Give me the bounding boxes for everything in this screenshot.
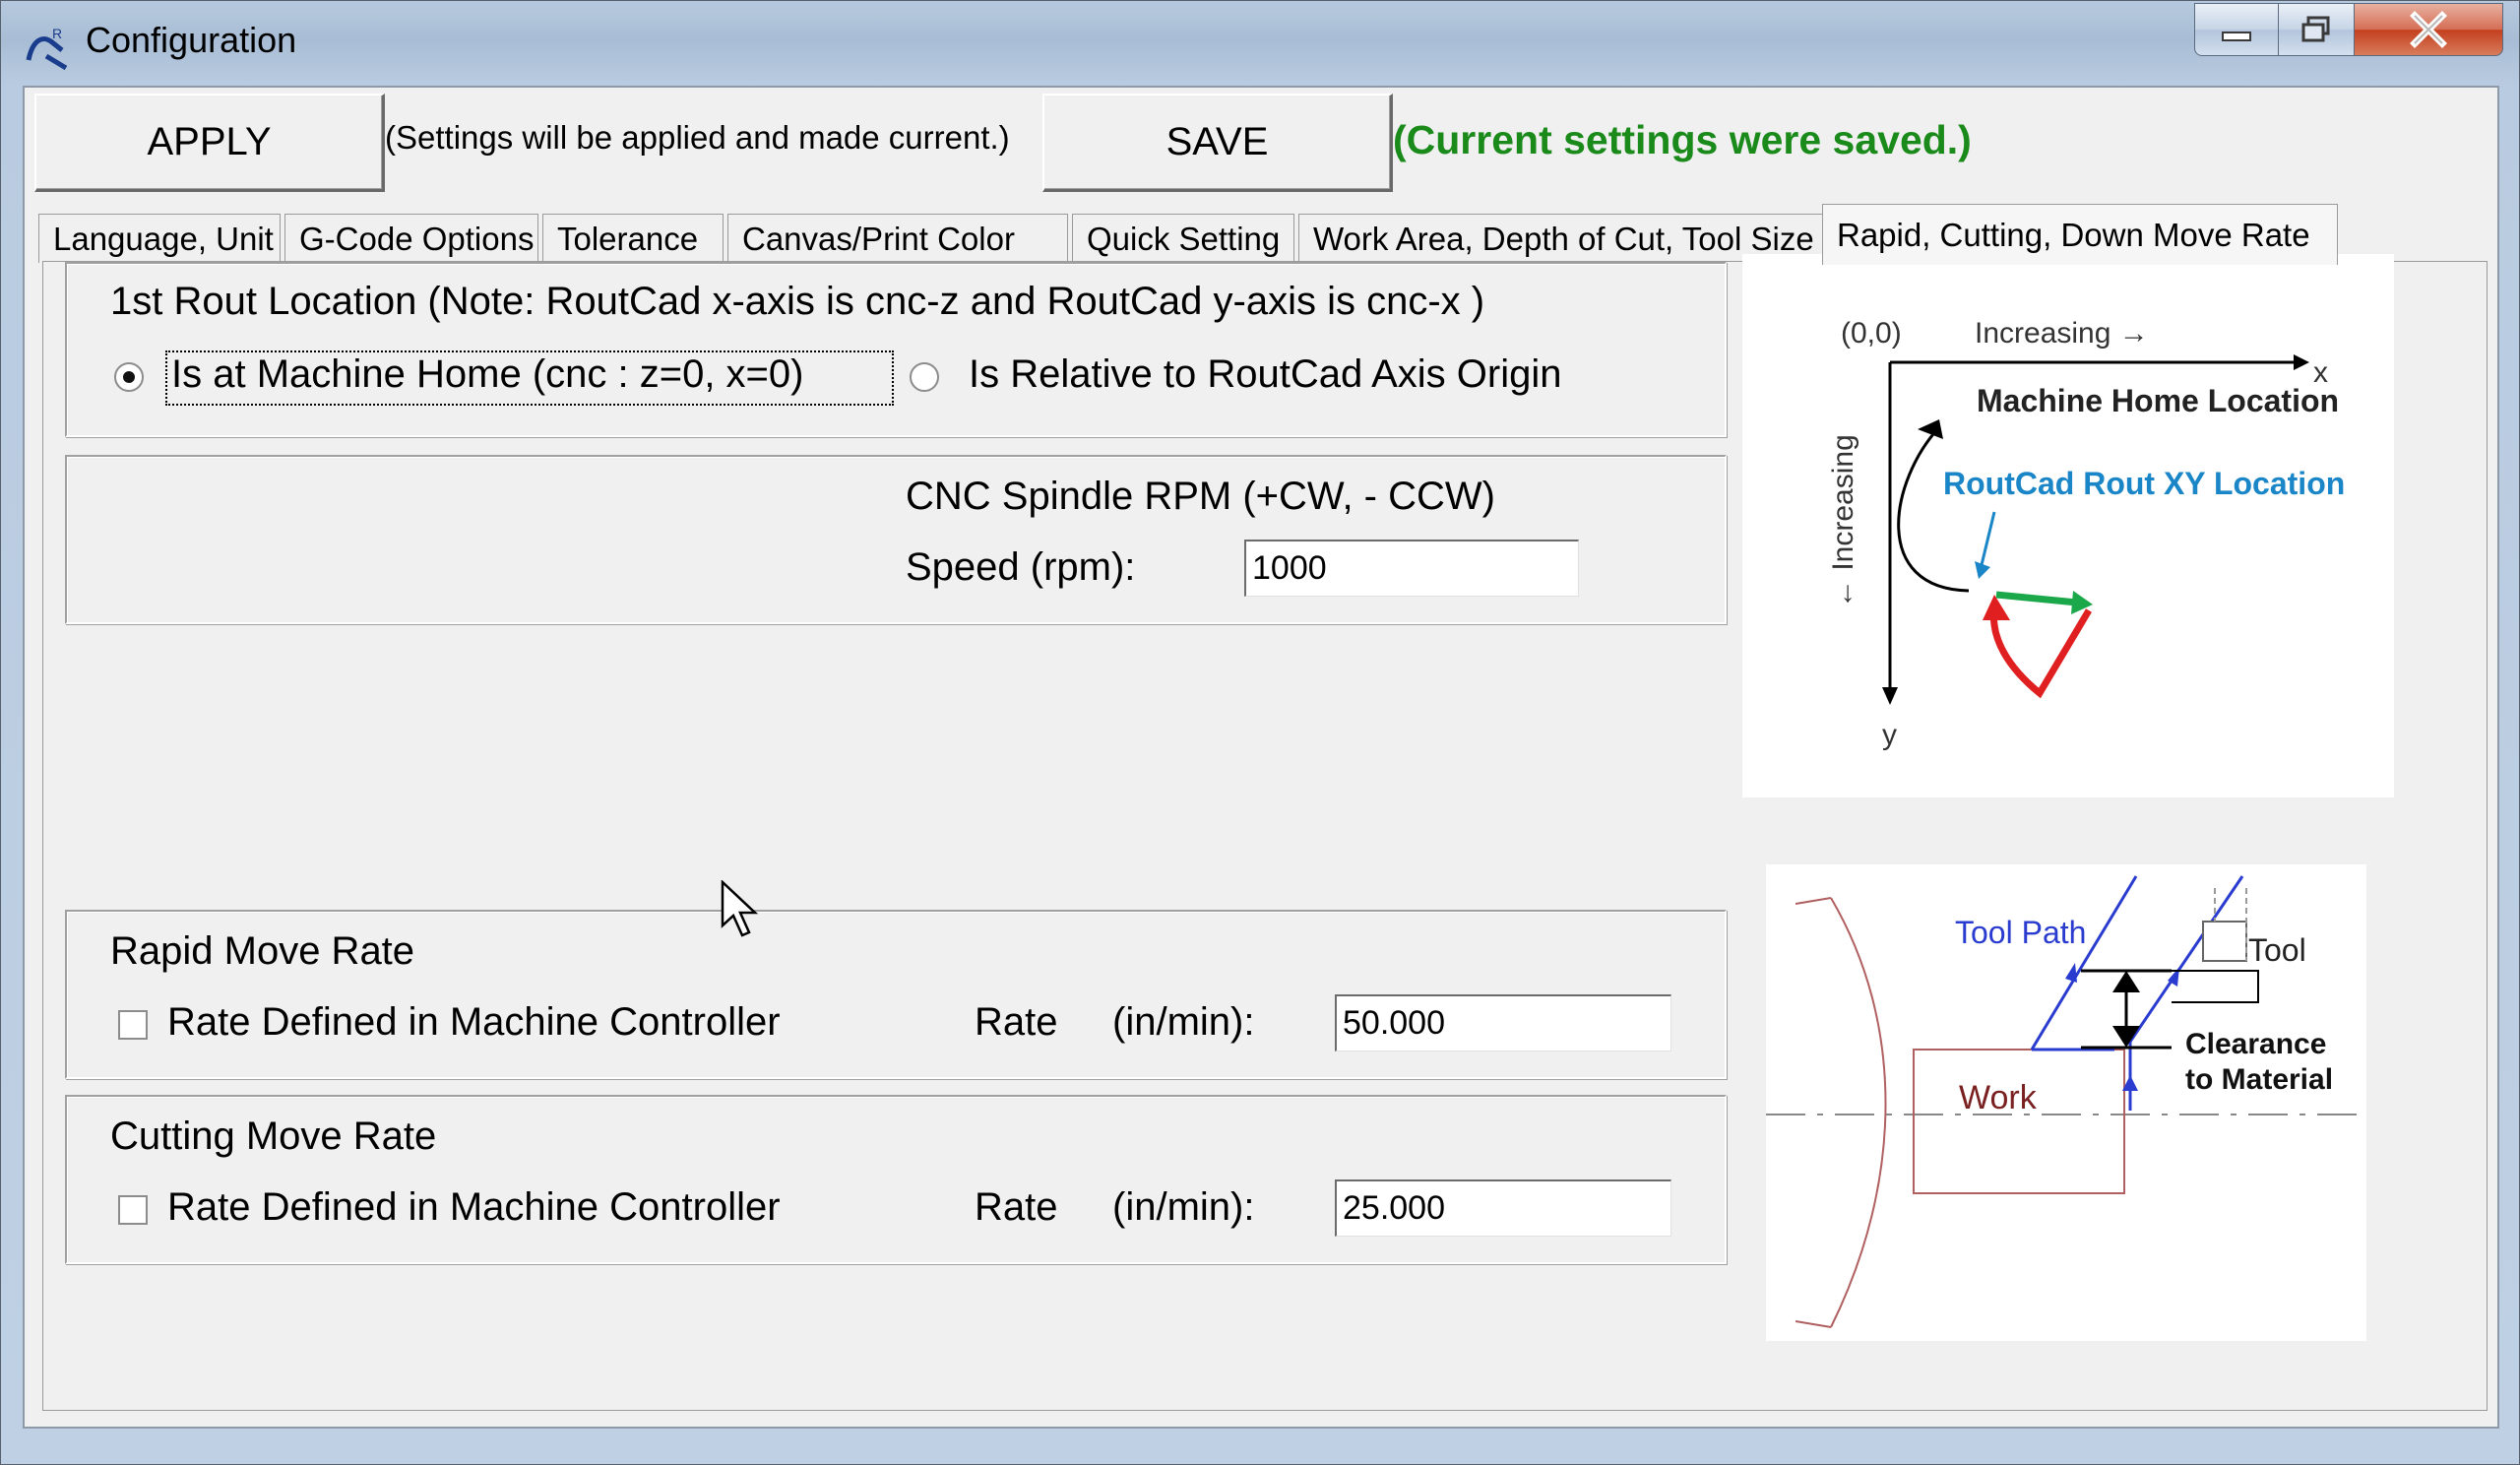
rapid-rate-input[interactable]: 50.000 (1335, 994, 1671, 1051)
increasing-y-label: ← Increasing (1827, 434, 1859, 608)
mouse-pointer-icon (721, 880, 759, 937)
cutting-rate-input[interactable]: 25.000 (1335, 1179, 1671, 1237)
speed-input[interactable]: 1000 (1244, 540, 1579, 597)
y-axis-arrow (1882, 687, 1898, 705)
origin-label: (0,0) (1841, 317, 1902, 350)
cutting-controller-checkbox[interactable] (118, 1195, 148, 1225)
tab-language-unit[interactable]: Language, Unit (38, 214, 281, 263)
clearance-label-1: Clearance (2185, 1028, 2326, 1060)
save-status: (Current settings were saved.) (1393, 117, 1972, 162)
restore-button[interactable] (2278, 3, 2355, 56)
x-axis-arrow (2294, 354, 2309, 370)
home-curve (1897, 425, 1970, 593)
clearance-arrow-down (2112, 1026, 2140, 1048)
clearance-label-2: to Material (2185, 1063, 2333, 1096)
minimize-button[interactable] (2194, 3, 2279, 56)
radio-machine-home-label[interactable]: Is at Machine Home (cnc : z=0, x=0) (171, 352, 803, 397)
rapid-rate-label: Rate (975, 1000, 1058, 1044)
spindle-heading: CNC Spindle RPM (+CW, - CCW) (906, 475, 1495, 518)
clearance-arrow-up (2112, 971, 2140, 992)
rout-location-heading: 1st Rout Location (Note: RoutCad x-axis … (110, 280, 1485, 323)
rapid-controller-checkbox[interactable] (118, 1010, 148, 1040)
increasing-x-label: Increasing → (1975, 317, 2149, 350)
svg-text:R: R (52, 26, 62, 41)
tab-panel: 1st Rout Location (Note: RoutCad x-axis … (42, 254, 2488, 1411)
red-path (1989, 607, 2093, 699)
tool-path-label: Tool Path (1955, 915, 2086, 950)
spindle-group: CNC Spindle RPM (+CW, - CCW) Speed (rpm)… (65, 455, 1727, 624)
apply-note: (Settings will be applied and made curre… (385, 119, 1010, 156)
save-button[interactable]: SAVE (1042, 94, 1393, 192)
radio-machine-home[interactable] (114, 362, 144, 392)
cutting-checkbox-label[interactable]: Rate Defined in Machine Controller (167, 1185, 781, 1230)
client-area: APPLY (Settings will be applied and made… (23, 86, 2499, 1429)
radio-relative-origin[interactable] (910, 362, 939, 392)
title-bar[interactable]: R Configuration (1, 1, 2520, 86)
cutting-rate-label: Rate (975, 1185, 1058, 1229)
tool-diagram-svg: Tool Path Tool Clearance to Material Wor… (1766, 875, 2366, 1328)
cutting-move-group: Cutting Move Rate Rate Defined in Machin… (65, 1095, 1727, 1264)
tab-gcode-options[interactable]: G-Code Options (284, 214, 538, 263)
tool-path-line-1 (2030, 875, 2138, 1051)
apply-button[interactable]: APPLY (34, 94, 385, 192)
radio-relative-origin-label[interactable]: Is Relative to RoutCad Axis Origin (969, 352, 1561, 397)
speed-label: Speed (rpm): (906, 545, 1136, 589)
minimize-icon (2222, 32, 2251, 41)
tab-canvas-print-color[interactable]: Canvas/Print Color (727, 214, 1068, 263)
green-path (1995, 591, 2078, 606)
window-title: Configuration (86, 20, 297, 60)
tool-clearance-diagram: Tool Path Tool Clearance to Material Wor… (1766, 864, 2366, 1341)
app-icon: R (26, 26, 68, 71)
rapid-checkbox-label[interactable]: Rate Defined in Machine Controller (167, 1000, 781, 1045)
configuration-window: R Configuration APPLY (Settings will be … (0, 0, 2520, 1465)
tool-label: Tool (2248, 932, 2306, 968)
machine-home-label: Machine Home Location (1977, 383, 2339, 418)
rout-location-group: 1st Rout Location (Note: RoutCad x-axis … (65, 262, 1727, 437)
tab-quick-setting[interactable]: Quick Setting (1072, 214, 1294, 263)
cutting-unit-label: (in/min): (1112, 1185, 1255, 1229)
restore-icon (2301, 16, 2330, 42)
tab-tolerance[interactable]: Tolerance (542, 214, 724, 263)
axes-diagram-svg: (0,0) Increasing → x y ← Increasing Mach… (1827, 317, 2345, 751)
y-label: y (1882, 719, 1897, 751)
tab-rapid-cutting-down-move-rate[interactable]: Rapid, Cutting, Down Move Rate (1822, 204, 2338, 265)
cutting-heading: Cutting Move Rate (110, 1115, 437, 1158)
close-icon (2410, 11, 2447, 48)
rout-xy-pointer (1979, 511, 1996, 570)
work-label: Work (1959, 1079, 2038, 1116)
work-outline (1913, 1049, 2125, 1194)
stock-outline (1830, 897, 1887, 1328)
rapid-unit-label: (in/min): (1112, 1000, 1255, 1044)
rout-xy-label: RoutCad Rout XY Location (1943, 466, 2345, 501)
rapid-move-group: Rapid Move Rate Rate Defined in Machine … (65, 910, 1727, 1079)
rapid-heading: Rapid Move Rate (110, 929, 415, 973)
close-button[interactable] (2354, 3, 2503, 56)
axes-diagram: (0,0) Increasing → x y ← Increasing Mach… (1742, 254, 2394, 797)
green-path-arrow (2071, 591, 2093, 614)
tool-shape (2202, 921, 2247, 962)
